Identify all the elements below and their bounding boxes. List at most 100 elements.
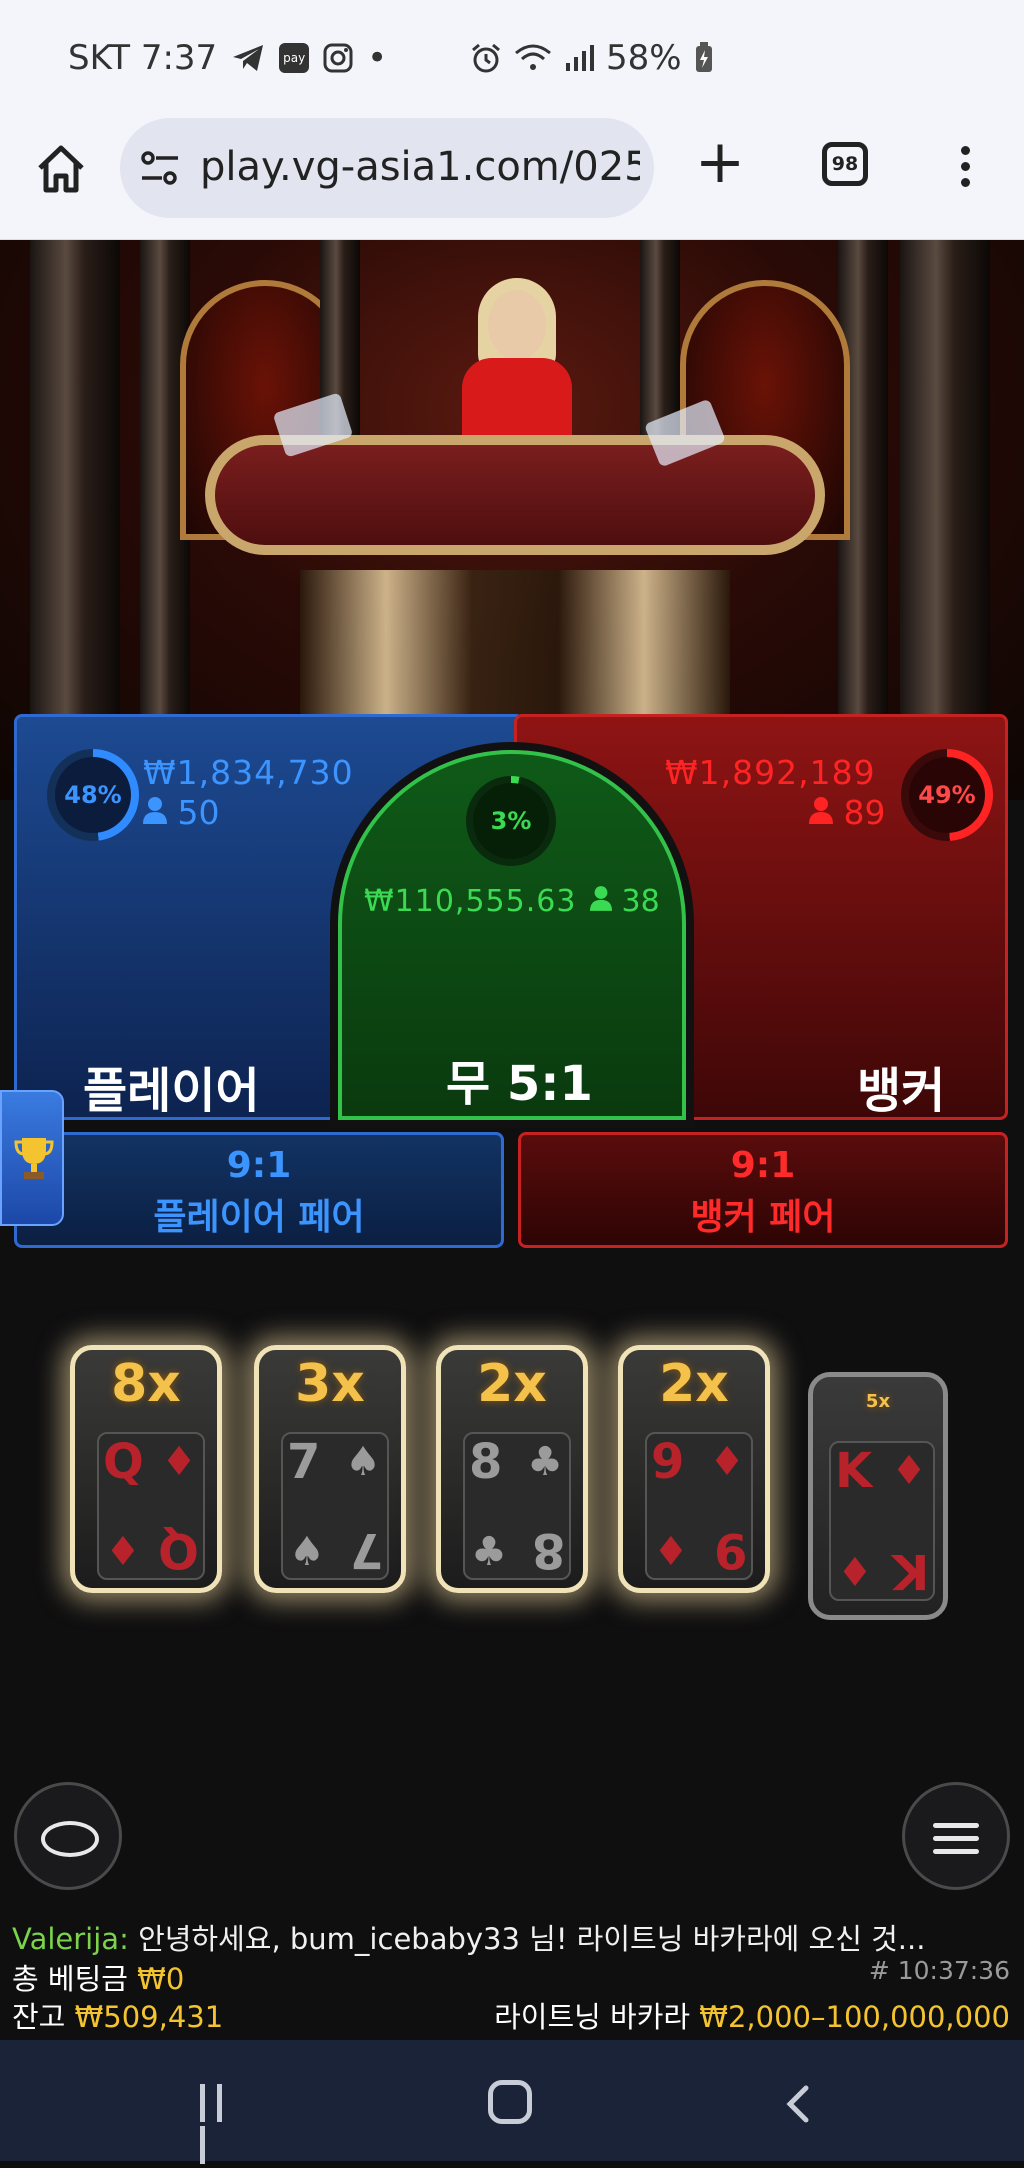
card-rank: K xyxy=(835,1443,873,1499)
user-icon xyxy=(143,797,167,824)
banker-pair-label: 뱅커 페어 xyxy=(690,1197,836,1238)
diamond-icon: ♦ xyxy=(653,1529,689,1575)
status-left: SKT 7:37 pay • xyxy=(68,38,387,78)
card-rank: 7 xyxy=(287,1434,321,1490)
lightning-card: 2x 9 ♦ ♦ 9 xyxy=(618,1345,770,1593)
tie-label: 무 5:1 xyxy=(446,1056,593,1112)
telegram-icon xyxy=(233,45,264,71)
pillar-right xyxy=(900,240,990,720)
carrier-time: SKT 7:37 xyxy=(68,38,218,78)
lightning-card: 5x K ♦ ♦ K xyxy=(808,1372,948,1620)
banker-bettors: 89 xyxy=(809,793,886,832)
url-text[interactable]: play.vg-asia1.com/025 xyxy=(200,144,640,190)
tab-switcher-button[interactable]: 98 xyxy=(822,142,868,186)
dealer-face xyxy=(488,290,546,360)
tie-bettors: 38 xyxy=(590,884,660,919)
banker-label: 뱅커 xyxy=(857,1063,946,1119)
user-icon xyxy=(809,797,833,824)
diamond-icon: ♦ xyxy=(161,1439,197,1485)
tie-bet-amount: ₩110,555.63 xyxy=(364,884,577,919)
card-face: 8 ♣ ♣ 8 xyxy=(463,1432,571,1580)
table-limits[interactable]: 라이트닝 바카라 ₩2,000–100,000,000 xyxy=(494,1994,1010,2036)
site-settings-icon[interactable] xyxy=(140,150,180,186)
status-right: 58% xyxy=(470,38,714,78)
banker-bet-amount: ₩1,892,189 xyxy=(665,753,876,792)
player-label: 플레이어 xyxy=(83,1063,260,1119)
card-rank-inverted: K xyxy=(891,1543,929,1599)
tie-bet-spot[interactable]: 3% ₩110,555.63 38 무 5:1 xyxy=(338,750,686,1120)
chip-stack-button[interactable] xyxy=(14,1782,122,1890)
card-rank-inverted: 7 xyxy=(349,1522,383,1578)
diamond-icon: ♦ xyxy=(709,1439,745,1485)
leaderboard-tab[interactable] xyxy=(0,1090,64,1226)
card-face: 7 ♠ ♠ 7 xyxy=(281,1432,389,1580)
recents-icon[interactable] xyxy=(200,2084,246,2164)
lightning-card: 3x 7 ♠ ♠ 7 xyxy=(254,1345,406,1593)
banker-pair-bet-spot[interactable]: 9:1 뱅커 페어 xyxy=(518,1132,1008,1248)
alarm-icon xyxy=(472,43,500,73)
player-pair-odds: 9:1 xyxy=(226,1145,292,1186)
spade-icon: ♠ xyxy=(289,1529,325,1575)
browser-toolbar: play.vg-asia1.com/025 + 98 xyxy=(0,118,1024,240)
player-bet-amount: ₩1,834,730 xyxy=(143,753,354,792)
round-id: # 10:37:36 xyxy=(868,1956,1010,1985)
pillar-left xyxy=(30,240,120,720)
chat-text: 안녕하세요, bum_icebaby33 님! 라이트닝 바카라에 오신 것..… xyxy=(138,1922,926,1956)
chat-user: Valerija: xyxy=(12,1922,129,1956)
player-pair-label: 플레이어 페어 xyxy=(153,1197,365,1238)
battery-charging-icon xyxy=(695,42,712,72)
club-icon: ♣ xyxy=(527,1439,563,1485)
card-multiplier: 2x xyxy=(477,1354,547,1414)
balance: 잔고 ₩509,431 xyxy=(12,1994,223,2036)
diamond-icon: ♦ xyxy=(105,1529,141,1575)
lightning-card: 8x Q ♦ ♦ Q xyxy=(70,1345,222,1593)
card-multiplier: 8x xyxy=(111,1354,181,1414)
card-multiplier: 2x xyxy=(659,1354,729,1414)
address-bar[interactable]: play.vg-asia1.com/025 xyxy=(120,118,654,218)
notification-dot: • xyxy=(367,38,388,78)
diamond-icon: ♦ xyxy=(891,1448,927,1494)
player-percent-ring: 48% xyxy=(47,749,139,841)
card-rank-inverted: Q xyxy=(158,1522,199,1578)
card-face: Q ♦ ♦ Q xyxy=(97,1432,205,1580)
chat-message: Valerija: 안녕하세요, bum_icebaby33 님! 라이트닝 바… xyxy=(12,1916,925,1958)
player-bettors: 50 xyxy=(143,793,220,832)
card-multiplier: 5x xyxy=(865,1391,891,1412)
home-icon[interactable] xyxy=(34,142,88,196)
card-rank: 8 xyxy=(469,1434,503,1490)
card-rank: Q xyxy=(103,1434,144,1490)
total-bet-label: 총 베팅금 xyxy=(12,1962,128,1996)
pay-icon: pay xyxy=(279,43,310,73)
lightning-card: 2x 8 ♣ ♣ 8 xyxy=(436,1345,588,1593)
card-face: 9 ♦ ♦ 9 xyxy=(645,1432,753,1580)
new-tab-button[interactable]: + xyxy=(694,132,746,198)
limits-value: ₩2,000–100,000,000 xyxy=(699,2000,1010,2034)
tie-percent-ring: 3% xyxy=(466,776,556,866)
balance-value: ₩509,431 xyxy=(74,2000,224,2034)
card-rank-inverted: 8 xyxy=(531,1522,565,1578)
system-nav-bar xyxy=(0,2040,1024,2164)
diamond-icon: ♦ xyxy=(837,1550,873,1596)
game-menu-button[interactable] xyxy=(902,1782,1010,1890)
banker-pair-odds: 9:1 xyxy=(730,1145,796,1186)
card-rank: 9 xyxy=(651,1434,685,1490)
battery-percent: 58% xyxy=(606,38,682,78)
pillar-back-right xyxy=(640,240,680,440)
chip-icon xyxy=(41,1821,99,1857)
game-name: 라이트닝 바카라 xyxy=(494,2000,691,2034)
card-rank-inverted: 9 xyxy=(713,1522,747,1578)
trophy-icon xyxy=(14,1138,54,1179)
banker-percent-ring: 49% xyxy=(901,749,993,841)
instagram-icon xyxy=(323,43,353,73)
user-icon xyxy=(590,886,612,911)
browser-menu-button[interactable] xyxy=(950,142,980,194)
total-bet: 총 베팅금 ₩0 xyxy=(12,1956,184,1998)
player-pair-bet-spot[interactable]: 9:1 플레이어 페어 xyxy=(14,1132,504,1248)
balance-label: 잔고 xyxy=(12,2000,66,2034)
status-bar: SKT 7:37 pay • 58% xyxy=(0,0,1024,118)
home-nav-icon[interactable] xyxy=(488,2080,532,2124)
back-icon[interactable] xyxy=(782,2084,812,2124)
club-icon: ♣ xyxy=(471,1529,507,1575)
spade-icon: ♠ xyxy=(345,1439,381,1485)
card-multiplier: 3x xyxy=(295,1354,365,1414)
